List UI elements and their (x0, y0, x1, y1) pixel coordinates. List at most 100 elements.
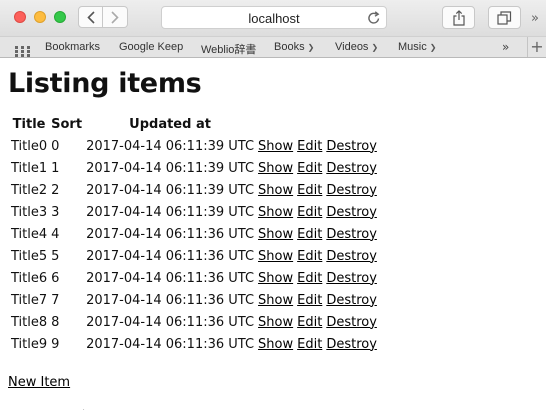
bookmarks-bar: Bookmarks Google Keep Weblio辞書 Books ❯ Vi… (0, 36, 546, 58)
destroy-link[interactable]: Destroy (326, 271, 377, 286)
chevron-down-icon: ❯ (371, 43, 379, 52)
show-cell: Show (257, 201, 294, 223)
destroy-cell: Destroy (325, 135, 378, 157)
minimize-window-button[interactable] (34, 11, 46, 23)
reload-icon[interactable] (367, 10, 381, 29)
edit-link[interactable]: Edit (297, 293, 322, 308)
cell-sort: 9 (51, 336, 60, 352)
destroy-cell: Destroy (325, 333, 378, 355)
show-cell: Show (257, 223, 294, 245)
bookmark-folder-videos[interactable]: Videos ❯ (335, 41, 378, 53)
edit-link[interactable]: Edit (297, 315, 322, 330)
tabs-icon (497, 10, 512, 25)
cell-title: Title9 (11, 336, 48, 352)
show-link[interactable]: Show (258, 183, 293, 198)
edit-cell: Edit (296, 135, 323, 157)
cell-updated-at: 2017-04-14 06:11:39 UTC (86, 204, 255, 220)
bookmark-weblio[interactable]: Weblio辞書 (201, 41, 256, 57)
page-title: Listing items (8, 68, 202, 99)
show-link[interactable]: Show (258, 315, 293, 330)
show-link[interactable]: Show (258, 271, 293, 286)
destroy-link[interactable]: Destroy (326, 293, 377, 308)
address-bar[interactable]: localhost (161, 6, 387, 29)
items-table-body: Title0 0 2017-04-14 06:11:39 UTC Show Edit De… (10, 135, 378, 355)
cell-sort: 2 (51, 182, 60, 198)
destroy-link[interactable]: Destroy (326, 205, 377, 220)
edit-link[interactable]: Edit (297, 183, 322, 198)
close-window-button[interactable] (14, 11, 26, 23)
new-item-link[interactable]: New Item (8, 375, 70, 390)
toolbar-overflow-icon[interactable]: » (531, 11, 539, 26)
add-bookmark-icon[interactable]: + (527, 37, 546, 57)
cell-updated-at: 2017-04-14 06:11:39 UTC (86, 160, 255, 176)
table-row: Title6 6 2017-04-14 06:11:36 UTC Show Edit De… (10, 267, 378, 289)
edit-cell: Edit (296, 179, 323, 201)
cell-title: Title1 (11, 160, 48, 176)
bookmark-google-keep[interactable]: Google Keep (119, 41, 183, 53)
back-button[interactable] (78, 6, 103, 28)
column-header-title: Title (12, 117, 46, 132)
show-link[interactable]: Show (258, 337, 293, 352)
column-header-updated-at: Updated at (129, 117, 211, 132)
show-link[interactable]: Show (258, 205, 293, 220)
edit-link[interactable]: Edit (297, 337, 322, 352)
edit-link[interactable]: Edit (297, 271, 322, 286)
browser-toolbar: localhost » (0, 0, 546, 36)
cell-sort: 7 (51, 292, 60, 308)
edit-link[interactable]: Edit (297, 205, 322, 220)
destroy-link[interactable]: Destroy (326, 315, 377, 330)
bookmark-folder-music[interactable]: Music ❯ (398, 41, 436, 53)
table-row: Title2 2 2017-04-14 06:11:39 UTC Show Edit De… (10, 179, 378, 201)
cell-updated-at: 2017-04-14 06:11:36 UTC (86, 270, 255, 286)
destroy-cell: Destroy (325, 157, 378, 179)
edit-link[interactable]: Edit (297, 249, 322, 264)
table-row: Title1 1 2017-04-14 06:11:39 UTC Show Edit De… (10, 157, 378, 179)
table-row: Title7 7 2017-04-14 06:11:36 UTC Show Edit De… (10, 289, 378, 311)
items-table: Title Sort Updated at Title0 0 2017-04-14 … (8, 114, 380, 355)
show-link[interactable]: Show (258, 249, 293, 264)
cell-updated-at: 2017-04-14 06:11:36 UTC (86, 292, 255, 308)
chevron-left-icon (86, 10, 95, 24)
show-link[interactable]: Show (258, 161, 293, 176)
edit-cell: Edit (296, 311, 323, 333)
cell-title: Title0 (11, 138, 48, 154)
destroy-link[interactable]: Destroy (326, 337, 377, 352)
show-link[interactable]: Show (258, 227, 293, 242)
show-link[interactable]: Show (258, 139, 293, 154)
edit-link[interactable]: Edit (297, 139, 322, 154)
cell-updated-at: 2017-04-14 06:11:36 UTC (86, 226, 255, 242)
table-row: Title3 3 2017-04-14 06:11:39 UTC Show Edit De… (10, 201, 378, 223)
table-row: Title4 4 2017-04-14 06:11:36 UTC Show Edit De… (10, 223, 378, 245)
destroy-link[interactable]: Destroy (326, 161, 377, 176)
share-button[interactable] (442, 6, 475, 29)
tab-overview-button[interactable] (488, 6, 521, 29)
destroy-link[interactable]: Destroy (326, 183, 377, 198)
show-link[interactable]: Show (258, 293, 293, 308)
table-row: Title8 8 2017-04-14 06:11:36 UTC Show Edit De… (10, 311, 378, 333)
cell-title: Title2 (11, 182, 48, 198)
edit-link[interactable]: Edit (297, 227, 322, 242)
show-cell: Show (257, 157, 294, 179)
destroy-cell: Destroy (325, 311, 378, 333)
destroy-link[interactable]: Destroy (326, 249, 377, 264)
cell-sort: 0 (51, 138, 60, 154)
show-cell: Show (257, 135, 294, 157)
maximize-window-button[interactable] (54, 11, 66, 23)
bookmark-bookmarks[interactable]: Bookmarks (45, 41, 100, 53)
destroy-cell: Destroy (325, 245, 378, 267)
column-header-sort: Sort (51, 117, 83, 132)
destroy-link[interactable]: Destroy (326, 227, 377, 242)
destroy-link[interactable]: Destroy (326, 139, 377, 154)
edit-cell: Edit (296, 245, 323, 267)
chevron-down-icon: ❯ (307, 43, 315, 52)
bookmarks-overflow-icon[interactable]: » (502, 40, 509, 54)
forward-button[interactable] (103, 6, 128, 28)
cell-sort: 6 (51, 270, 60, 286)
cell-title: Title7 (11, 292, 48, 308)
edit-link[interactable]: Edit (297, 161, 322, 176)
address-text: localhost (248, 11, 300, 26)
cell-updated-at: 2017-04-14 06:11:39 UTC (86, 182, 255, 198)
bookmark-folder-books[interactable]: Books ❯ (274, 41, 314, 53)
cell-title: Title6 (11, 270, 48, 286)
cell-sort: 1 (51, 160, 60, 176)
